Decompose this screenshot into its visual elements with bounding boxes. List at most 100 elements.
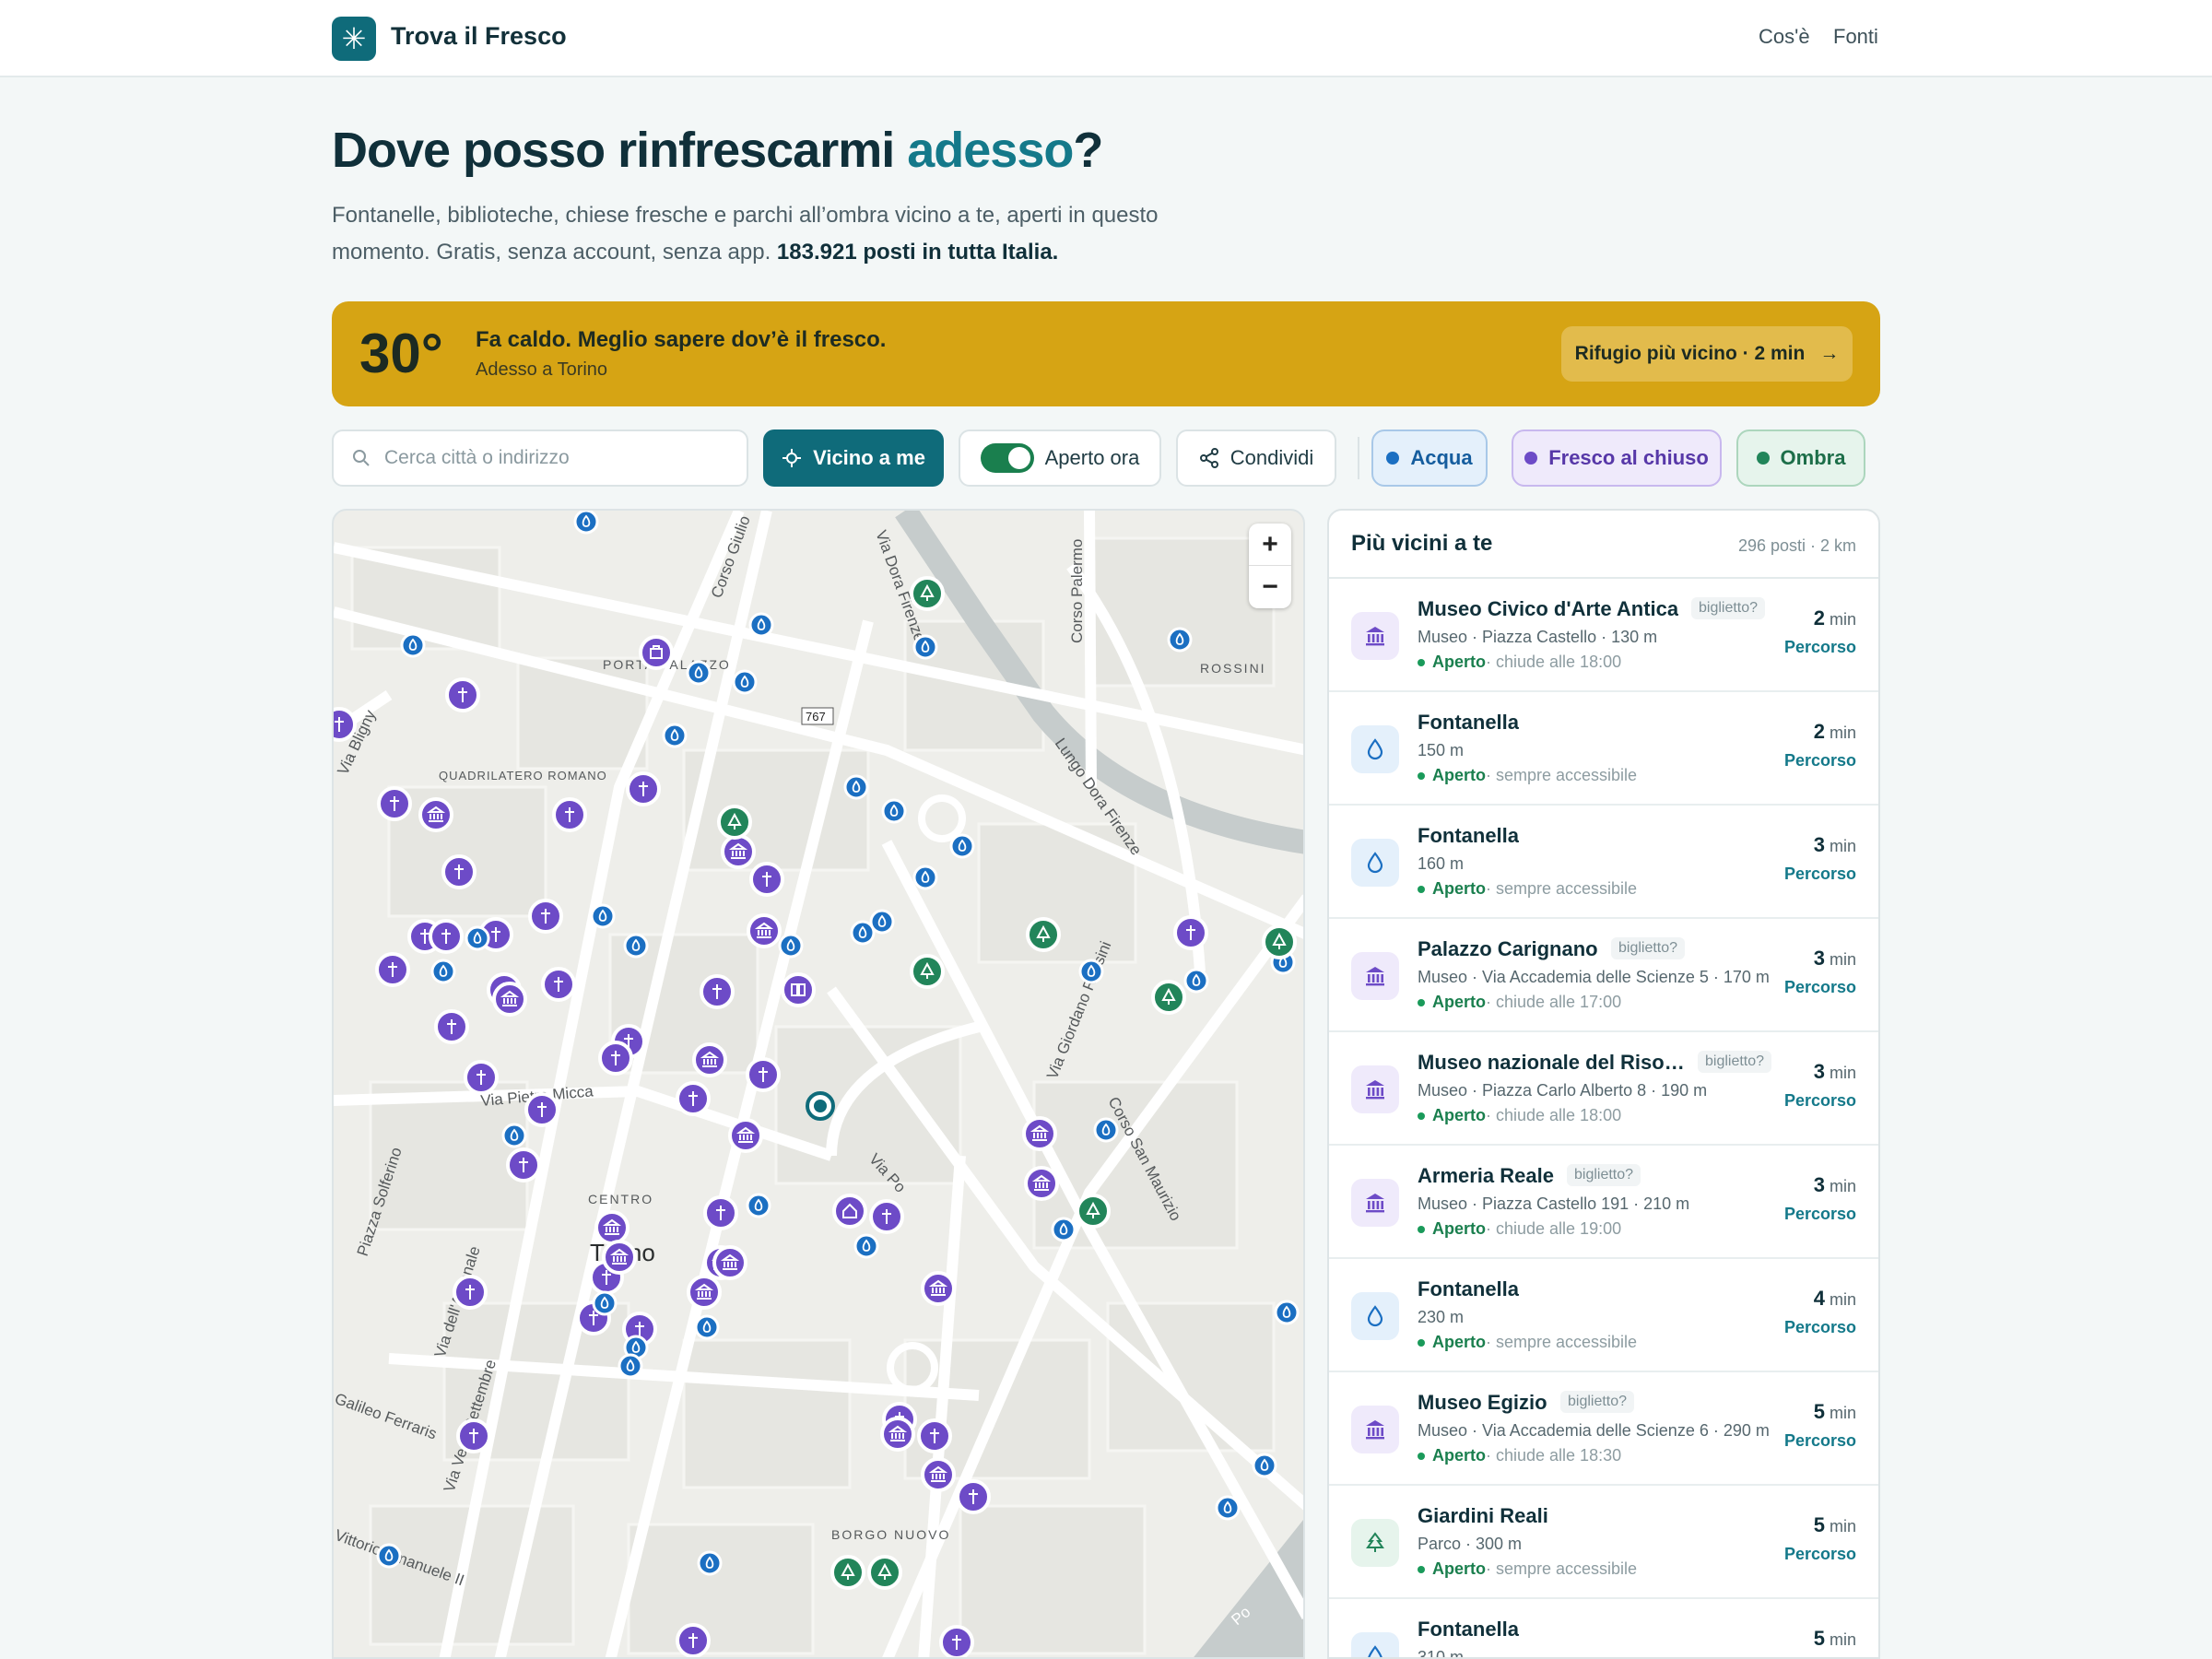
water-marker-icon[interactable] [1215, 1495, 1241, 1521]
brand-name[interactable]: Trova il Fresco [391, 22, 567, 51]
museum-marker-icon[interactable] [418, 797, 453, 832]
nav-link-fonti[interactable]: Fonti [1833, 25, 1878, 49]
filter-chip-acqua[interactable]: Acqua [1371, 429, 1488, 487]
park-marker-icon[interactable] [830, 1555, 865, 1590]
nav-link-cose[interactable]: Cos'è [1759, 25, 1810, 49]
water-marker-icon[interactable] [1051, 1217, 1077, 1242]
church-marker-icon[interactable] [1173, 915, 1208, 950]
church-marker-icon[interactable] [524, 1092, 559, 1127]
water-marker-icon[interactable] [748, 612, 774, 638]
route-link[interactable]: Percorso [1784, 1318, 1856, 1337]
route-link[interactable]: Percorso [1784, 1545, 1856, 1564]
water-marker-icon[interactable] [592, 1290, 618, 1316]
church-marker-icon[interactable] [700, 974, 735, 1009]
church-marker-icon[interactable] [506, 1147, 541, 1182]
route-link[interactable]: Percorso [1784, 1431, 1856, 1451]
route-link[interactable]: Percorso [1784, 1205, 1856, 1224]
route-link[interactable]: Percorso [1784, 1091, 1856, 1111]
route-link[interactable]: Percorso [1784, 751, 1856, 771]
water-marker-icon[interactable] [1183, 968, 1209, 994]
museum-marker-icon[interactable] [594, 1210, 629, 1245]
result-item[interactable]: Palazzo Carignano biglietto? Museo · Via A… [1329, 919, 1878, 1032]
water-marker-icon[interactable] [746, 1193, 771, 1218]
museum-marker-icon[interactable] [712, 1245, 747, 1280]
church-marker-icon[interactable] [464, 1060, 499, 1095]
museum-marker-icon[interactable] [921, 1271, 956, 1306]
route-link[interactable]: Percorso [1784, 865, 1856, 884]
result-item[interactable]: Museo Egizio biglietto? Museo · Via Accade… [1329, 1372, 1878, 1486]
water-marker-icon[interactable] [1093, 1117, 1119, 1143]
museum-marker-icon[interactable] [692, 1042, 727, 1077]
church-marker-icon[interactable] [749, 862, 784, 897]
water-marker-icon[interactable] [778, 933, 804, 959]
church-marker-icon[interactable] [626, 771, 661, 806]
museum-marker-icon[interactable] [1022, 1116, 1057, 1151]
church-marker-icon[interactable] [541, 967, 576, 1002]
library-marker-icon[interactable] [781, 972, 816, 1007]
share-button[interactable]: Condividi [1176, 429, 1336, 487]
museum-marker-icon[interactable] [1024, 1166, 1059, 1201]
water-marker-icon[interactable] [732, 669, 758, 695]
church-marker-icon[interactable] [703, 1195, 738, 1230]
water-marker-icon[interactable] [694, 1314, 720, 1340]
museum-marker-icon[interactable] [728, 1118, 763, 1153]
zoom-out-button[interactable]: − [1249, 566, 1291, 608]
church-marker-icon[interactable] [434, 1009, 469, 1044]
church-marker-icon[interactable] [441, 854, 477, 889]
church-marker-icon[interactable] [453, 1275, 488, 1310]
church-marker-icon[interactable] [598, 1041, 633, 1076]
museum-marker-icon[interactable] [880, 1417, 915, 1452]
result-item[interactable]: Armeria Reale biglietto? Museo · Piazza Ca… [1329, 1146, 1878, 1259]
water-marker-icon[interactable] [590, 903, 616, 929]
water-marker-icon[interactable] [1078, 959, 1104, 984]
nearest-shelter-button[interactable]: Rifugio più vicino · 2 min → [1561, 326, 1853, 382]
water-marker-icon[interactable] [573, 511, 599, 535]
church-marker-icon[interactable] [375, 952, 410, 987]
water-marker-icon[interactable] [912, 634, 938, 660]
near-me-button[interactable]: Vicino a me [763, 429, 944, 487]
park-marker-icon[interactable] [717, 805, 752, 840]
church-marker-icon[interactable] [939, 1625, 974, 1658]
water-marker-icon[interactable] [949, 833, 975, 859]
water-marker-icon[interactable] [1167, 627, 1193, 653]
result-item[interactable]: Fontanella 230 m Aperto· sempre accessibil… [1329, 1259, 1878, 1372]
result-item[interactable]: Giardini Reali Parco · 300 m Aperto· sempr… [1329, 1486, 1878, 1599]
museum-marker-icon[interactable] [687, 1275, 722, 1310]
church-marker-icon[interactable] [917, 1418, 952, 1453]
toggle-switch[interactable] [980, 443, 1034, 473]
church-marker-icon[interactable] [869, 1199, 904, 1234]
water-marker-icon[interactable] [697, 1550, 723, 1576]
church-marker-icon[interactable] [956, 1479, 991, 1514]
water-marker-icon[interactable] [618, 1353, 643, 1379]
snowflake-logo-icon[interactable]: ✳ [332, 17, 376, 61]
park-marker-icon[interactable] [910, 954, 945, 989]
park-marker-icon[interactable] [1151, 980, 1186, 1015]
map[interactable]: Corso Giulio Corso Palermo PORTA PALAZZO… [332, 509, 1305, 1659]
route-link[interactable]: Percorso [1784, 978, 1856, 997]
water-marker-icon[interactable] [1274, 1300, 1300, 1325]
result-item[interactable]: Museo nazionale del Risorg... biglietto? M… [1329, 1032, 1878, 1146]
museum-marker-icon[interactable] [492, 982, 527, 1017]
result-item[interactable]: Fontanella 160 m Aperto· sempre accessibil… [1329, 806, 1878, 919]
filter-chip-ombra[interactable]: Ombra [1736, 429, 1865, 487]
result-item[interactable]: Fontanella310 mAperto· sempre accessibil… [1329, 1599, 1878, 1657]
park-marker-icon[interactable] [867, 1555, 902, 1590]
church-marker-icon[interactable] [456, 1418, 491, 1453]
route-link[interactable]: Percorso [1784, 638, 1856, 657]
church-marker-icon[interactable] [528, 899, 563, 934]
water-marker-icon[interactable] [430, 959, 456, 984]
water-marker-icon[interactable] [465, 925, 490, 951]
zoom-in-button[interactable]: + [1249, 524, 1291, 566]
shelter-marker-icon[interactable] [832, 1194, 867, 1229]
water-marker-icon[interactable] [623, 933, 649, 959]
church-marker-icon[interactable] [377, 786, 412, 821]
church-marker-icon[interactable] [552, 797, 587, 832]
water-marker-icon[interactable] [853, 1233, 879, 1259]
water-marker-icon[interactable] [912, 865, 938, 890]
park-marker-icon[interactable] [910, 576, 945, 611]
church-marker-icon[interactable] [445, 677, 480, 712]
water-marker-icon[interactable] [843, 774, 869, 800]
filter-chip-fresco-al-chiuso[interactable]: Fresco al chiuso [1512, 429, 1722, 487]
water-marker-icon[interactable] [400, 632, 426, 658]
church-marker-icon[interactable] [676, 1081, 711, 1116]
